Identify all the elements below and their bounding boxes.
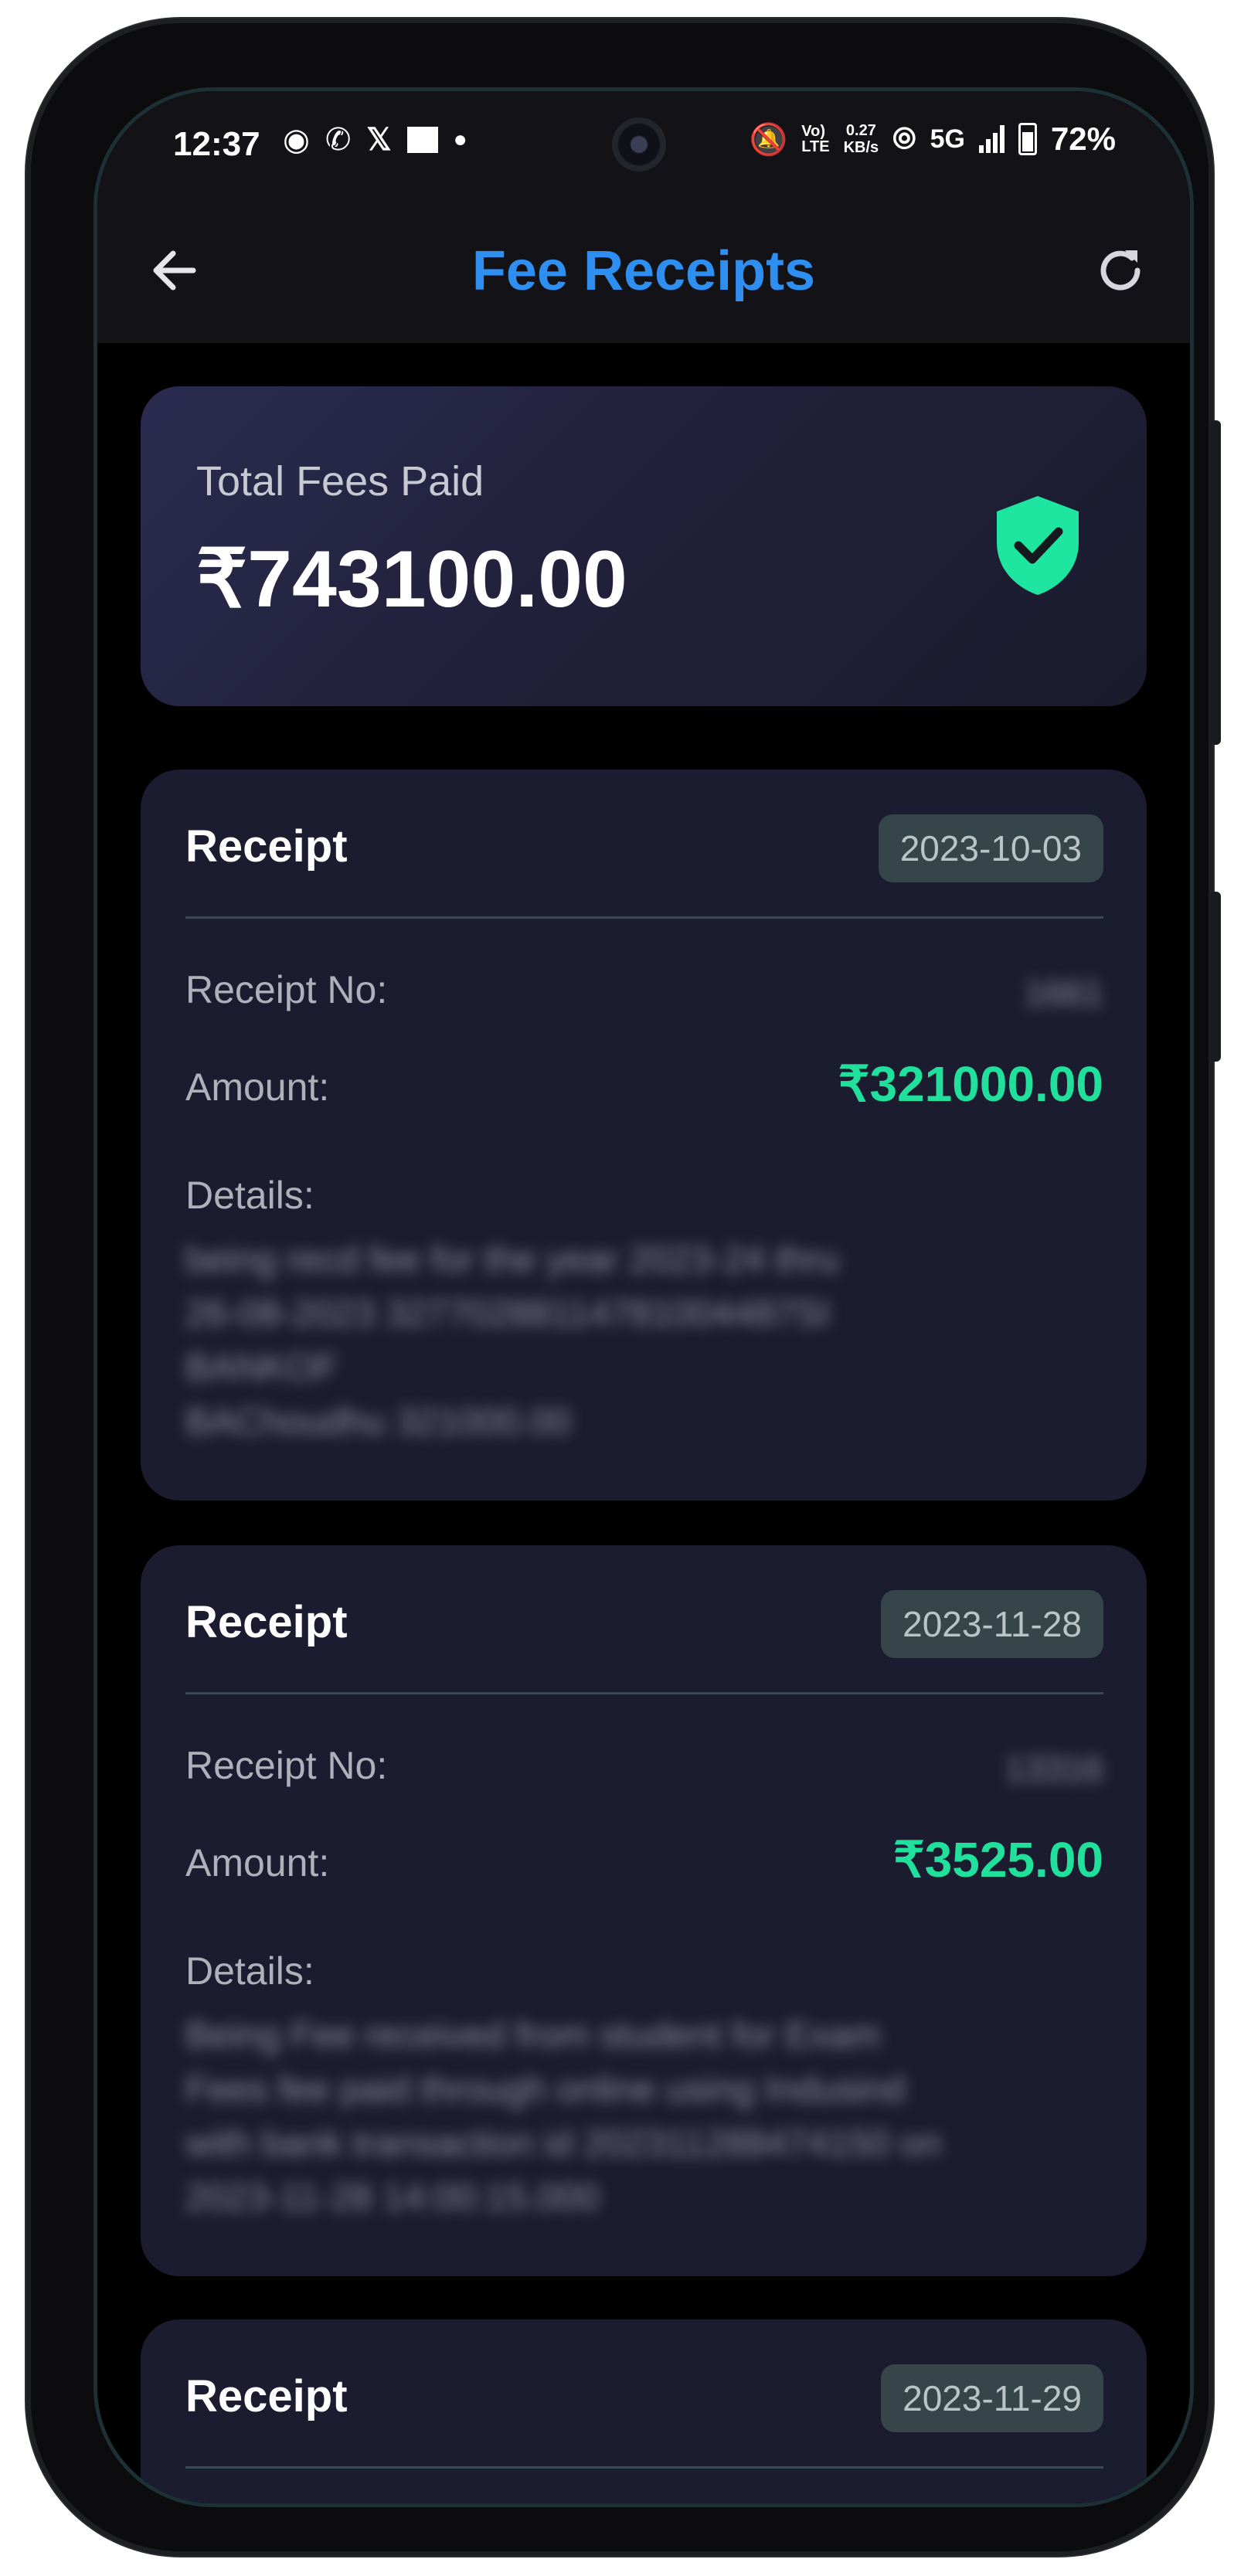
status-time: 12:37	[173, 125, 260, 163]
receipt-title: Receipt	[185, 2371, 348, 2421]
receipt-card[interactable]: Receipt 2023-11-29	[141, 2319, 1147, 2503]
receipt-title: Receipt	[185, 821, 348, 872]
page-title: Fee Receipts	[471, 240, 816, 302]
receipt-no-label: Receipt No:	[185, 1744, 388, 1787]
receipt-title: Receipt	[185, 1597, 348, 1647]
receipt-no-value: 13316	[1005, 1748, 1103, 1789]
phone-frame: 12:37 ◉ ✆ 𝕏 ● 🔕 Vo) LTE 0.27 KB/s ⦾ 5G 7…	[26, 19, 1221, 2556]
receipts-list[interactable]: Total Fees Paid ₹743100.00 Receipt 2023-…	[97, 343, 1190, 2503]
amount-value: ₹321000.00	[838, 1056, 1103, 1112]
status-bar: 12:37 ◉ ✆ 𝕏 ● 🔕 Vo) LTE 0.27 KB/s ⦾ 5G 7…	[97, 91, 1190, 199]
divider	[185, 916, 1103, 919]
phone-screen: 12:37 ◉ ✆ 𝕏 ● 🔕 Vo) LTE 0.27 KB/s ⦾ 5G 7…	[97, 91, 1190, 2503]
news-icon	[406, 127, 438, 153]
front-camera	[612, 117, 666, 172]
receipt-date-badge: 2023-11-29	[881, 2364, 1103, 2432]
signal-icon	[978, 125, 1005, 153]
mute-notifications-icon: 🔕	[749, 122, 788, 157]
receipt-no-label: Receipt No:	[185, 968, 388, 1011]
divider	[185, 2466, 1103, 2469]
battery-icon	[1018, 123, 1037, 155]
receipt-no-value: 1661	[1024, 973, 1103, 1013]
shield-check-icon	[997, 496, 1079, 595]
total-fees-label: Total Fees Paid	[196, 458, 484, 505]
whatsapp-icon: ✆	[325, 123, 352, 157]
receipt-card[interactable]: Receipt 2023-11-28 Receipt No: 13316 Amo…	[141, 1545, 1147, 2276]
divider	[185, 1692, 1103, 1694]
volte-indicator: Vo) LTE	[801, 123, 830, 155]
network-type: 5G	[930, 124, 965, 154]
network-speed: 0.27 KB/s	[843, 122, 879, 156]
power-button	[1210, 892, 1221, 1062]
receipt-card[interactable]: Receipt 2023-10-03 Receipt No: 1661 Amou…	[141, 770, 1147, 1500]
total-fees-card: Total Fees Paid ₹743100.00	[141, 386, 1147, 706]
notification-icons: ◉ ✆ 𝕏 ●	[283, 122, 467, 158]
details-text: being recd fee for the year 2023-24 thru…	[185, 1239, 839, 1443]
message-icon: ◉	[283, 123, 310, 157]
receipt-date-badge: 2023-11-28	[881, 1590, 1103, 1658]
details-label: Details:	[185, 1949, 314, 1993]
x-icon: 𝕏	[366, 123, 392, 157]
receipt-date-badge: 2023-10-03	[878, 814, 1103, 882]
details-text: Being Fee received from student for Exam…	[185, 2015, 942, 2218]
amount-label: Amount:	[185, 1065, 330, 1109]
app-bar: Fee Receipts	[97, 199, 1190, 343]
status-right-icons: 🔕 Vo) LTE 0.27 KB/s ⦾ 5G 72%	[749, 121, 1116, 158]
hotspot-icon: ⦾	[892, 122, 916, 155]
amount-value: ₹3525.00	[892, 1832, 1103, 1888]
volume-button	[1210, 420, 1221, 745]
more-notifications-dot-icon: ●	[453, 127, 467, 152]
total-fees-value: ₹743100.00	[196, 535, 627, 624]
amount-label: Amount:	[185, 1841, 330, 1884]
battery-level: 72%	[1050, 121, 1116, 157]
details-label: Details:	[185, 1174, 314, 1217]
refresh-icon[interactable]	[1090, 240, 1151, 301]
